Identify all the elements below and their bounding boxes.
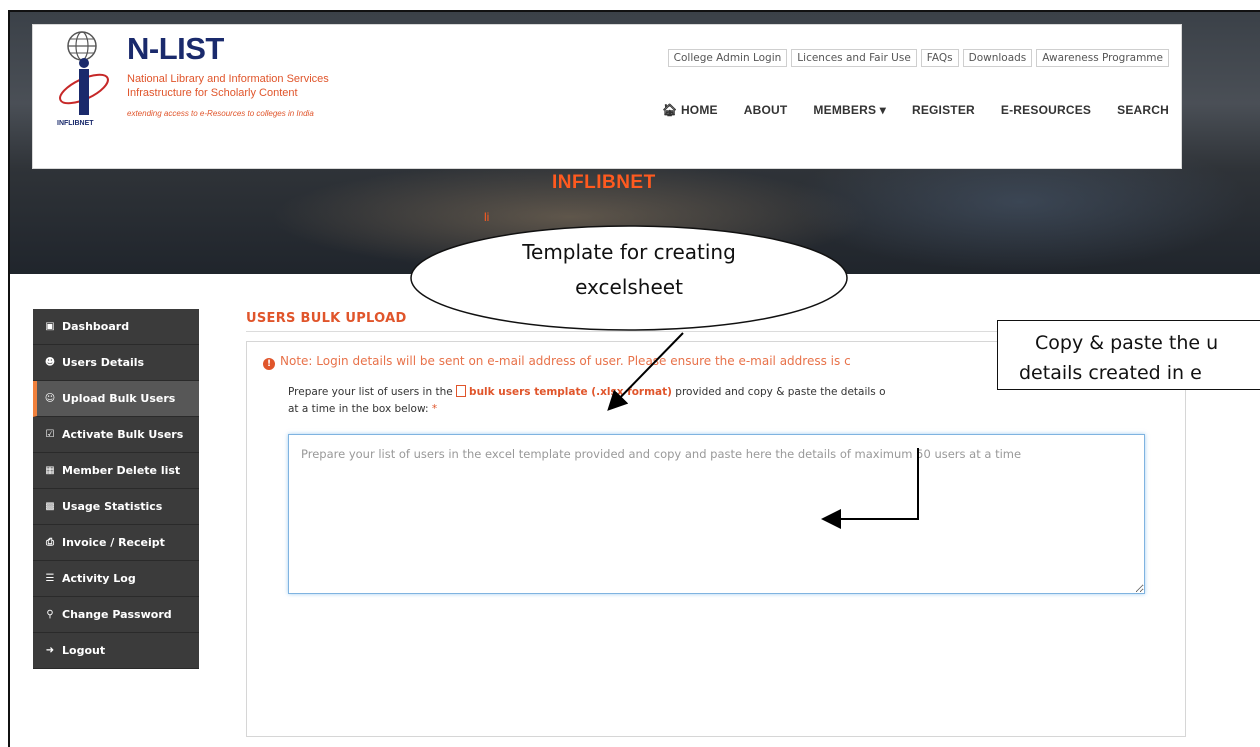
logo-tagline-3: extending access to e-Resources to colle… [127, 109, 314, 118]
sidebar-item-activity-log[interactable]: ☰ Activity Log [33, 561, 199, 597]
nav-about[interactable]: ABOUT [731, 103, 801, 117]
print-icon: ⎙ [46, 536, 54, 548]
home-icon: 🏠︎ [661, 103, 678, 117]
nav-home-label: HOME [680, 103, 718, 117]
file-icon [456, 385, 467, 397]
top-links: College Admin Login Licences and Fair Us… [667, 49, 1169, 67]
note-message: ! Note: Login details will be sent on e-m… [263, 354, 851, 370]
upload-panel: ! Note: Login details will be sent on e-m… [246, 341, 1186, 737]
site-header: INFLIBNET N-LIST National Library and In… [32, 24, 1182, 169]
bar-chart-icon: ▩ [45, 500, 55, 512]
instr-text-1: Prepare your list of users in the [288, 386, 453, 398]
nav-members[interactable]: MEMBERS ▾ [800, 103, 899, 117]
callout-oval-text-1: Template for creating [522, 240, 736, 264]
main-nav: 🏠︎ HOME ABOUT MEMBERS ▾ REGISTER E-RESOU… [649, 103, 1169, 117]
hero-title: INFLIBNET [552, 172, 656, 193]
key-icon: ⚲ [46, 608, 54, 620]
logo-org-label: INFLIBNET [57, 120, 94, 127]
callout-oval-text-2: excelsheet [575, 275, 683, 299]
sidebar-item-change-password[interactable]: ⚲ Change Password [33, 597, 199, 633]
sidebar-item-dashboard[interactable]: ▣ Dashboard [33, 309, 199, 345]
link-awareness-programme[interactable]: Awareness Programme [1036, 49, 1169, 67]
sidebar: ▣ Dashboard ☻ Users Details ☺ Upload Bulk U… [33, 309, 199, 669]
nav-home[interactable]: 🏠︎ HOME [649, 103, 731, 117]
sidebar-item-label: Usage Statistics [62, 500, 163, 513]
caret-down-icon: ▾ [879, 103, 886, 117]
nav-search[interactable]: SEARCH [1104, 103, 1169, 117]
dashboard-icon: ▣ [45, 320, 55, 332]
hero-subtitle: li [484, 210, 490, 224]
sidebar-item-activate-bulk-users[interactable]: ☑ Activate Bulk Users [33, 417, 199, 453]
bulk-users-textarea[interactable] [288, 434, 1145, 594]
trash-icon: ▦ [45, 464, 55, 476]
link-faqs[interactable]: FAQs [920, 49, 959, 67]
callout-box-text-1: Copy & paste the u [1035, 332, 1219, 354]
logout-icon: ➜ [45, 644, 55, 656]
logo-tagline-1: National Library and Information Service… [127, 73, 329, 85]
sidebar-item-usage-statistics[interactable]: ▩ Usage Statistics [33, 489, 199, 525]
exclamation-icon: ! [263, 358, 275, 370]
upload-users-icon: ☺ [44, 392, 56, 404]
link-downloads[interactable]: Downloads [962, 49, 1033, 67]
sidebar-item-users-details[interactable]: ☻ Users Details [33, 345, 199, 381]
sidebar-item-label: Users Details [62, 356, 145, 369]
page-title: USERS BULK UPLOAD [246, 311, 407, 326]
sidebar-item-label: Activate Bulk Users [62, 428, 184, 441]
sidebar-item-label: Member Delete list [62, 464, 181, 477]
note-text: Note: Login details will be sent on e-ma… [280, 354, 851, 368]
sidebar-item-label: Logout [62, 644, 106, 657]
instr-text-3: at a time in the box below: [288, 403, 429, 415]
inflibnet-logo-icon [59, 58, 109, 115]
template-download-link[interactable]: bulk users template (.xlsx format) [469, 386, 672, 398]
sidebar-item-logout[interactable]: ➜ Logout [33, 633, 199, 669]
required-mark: * [431, 403, 438, 415]
sidebar-item-label: Change Password [62, 608, 172, 621]
sidebar-item-member-delete-list[interactable]: ▦ Member Delete list [33, 453, 199, 489]
logo-tagline-2: Infrastructure for Scholarly Content [127, 87, 298, 99]
users-icon: ☻ [44, 356, 56, 368]
sidebar-item-label: Activity Log [62, 572, 136, 585]
list-icon: ☰ [45, 572, 55, 584]
sidebar-item-label: Upload Bulk Users [62, 392, 176, 405]
sidebar-item-invoice-receipt[interactable]: ⎙ Invoice / Receipt [33, 525, 199, 561]
sidebar-item-label: Invoice / Receipt [62, 536, 165, 549]
logo-title[interactable]: N-LIST [127, 31, 224, 67]
nav-members-label: MEMBERS [813, 103, 877, 117]
check-square-icon: ☑ [45, 428, 55, 440]
callout-box-text-2: details created in e [1019, 362, 1202, 384]
instr-text-2: provided and copy & paste the details o [675, 386, 886, 398]
sidebar-item-upload-bulk-users[interactable]: ☺ Upload Bulk Users [33, 381, 199, 417]
nav-register[interactable]: REGISTER [899, 103, 988, 117]
nav-eresources[interactable]: E-RESOURCES [988, 103, 1104, 117]
link-licences-fair-use[interactable]: Licences and Fair Use [791, 49, 917, 67]
link-college-admin-login[interactable]: College Admin Login [667, 49, 788, 67]
sidebar-item-label: Dashboard [62, 320, 130, 333]
